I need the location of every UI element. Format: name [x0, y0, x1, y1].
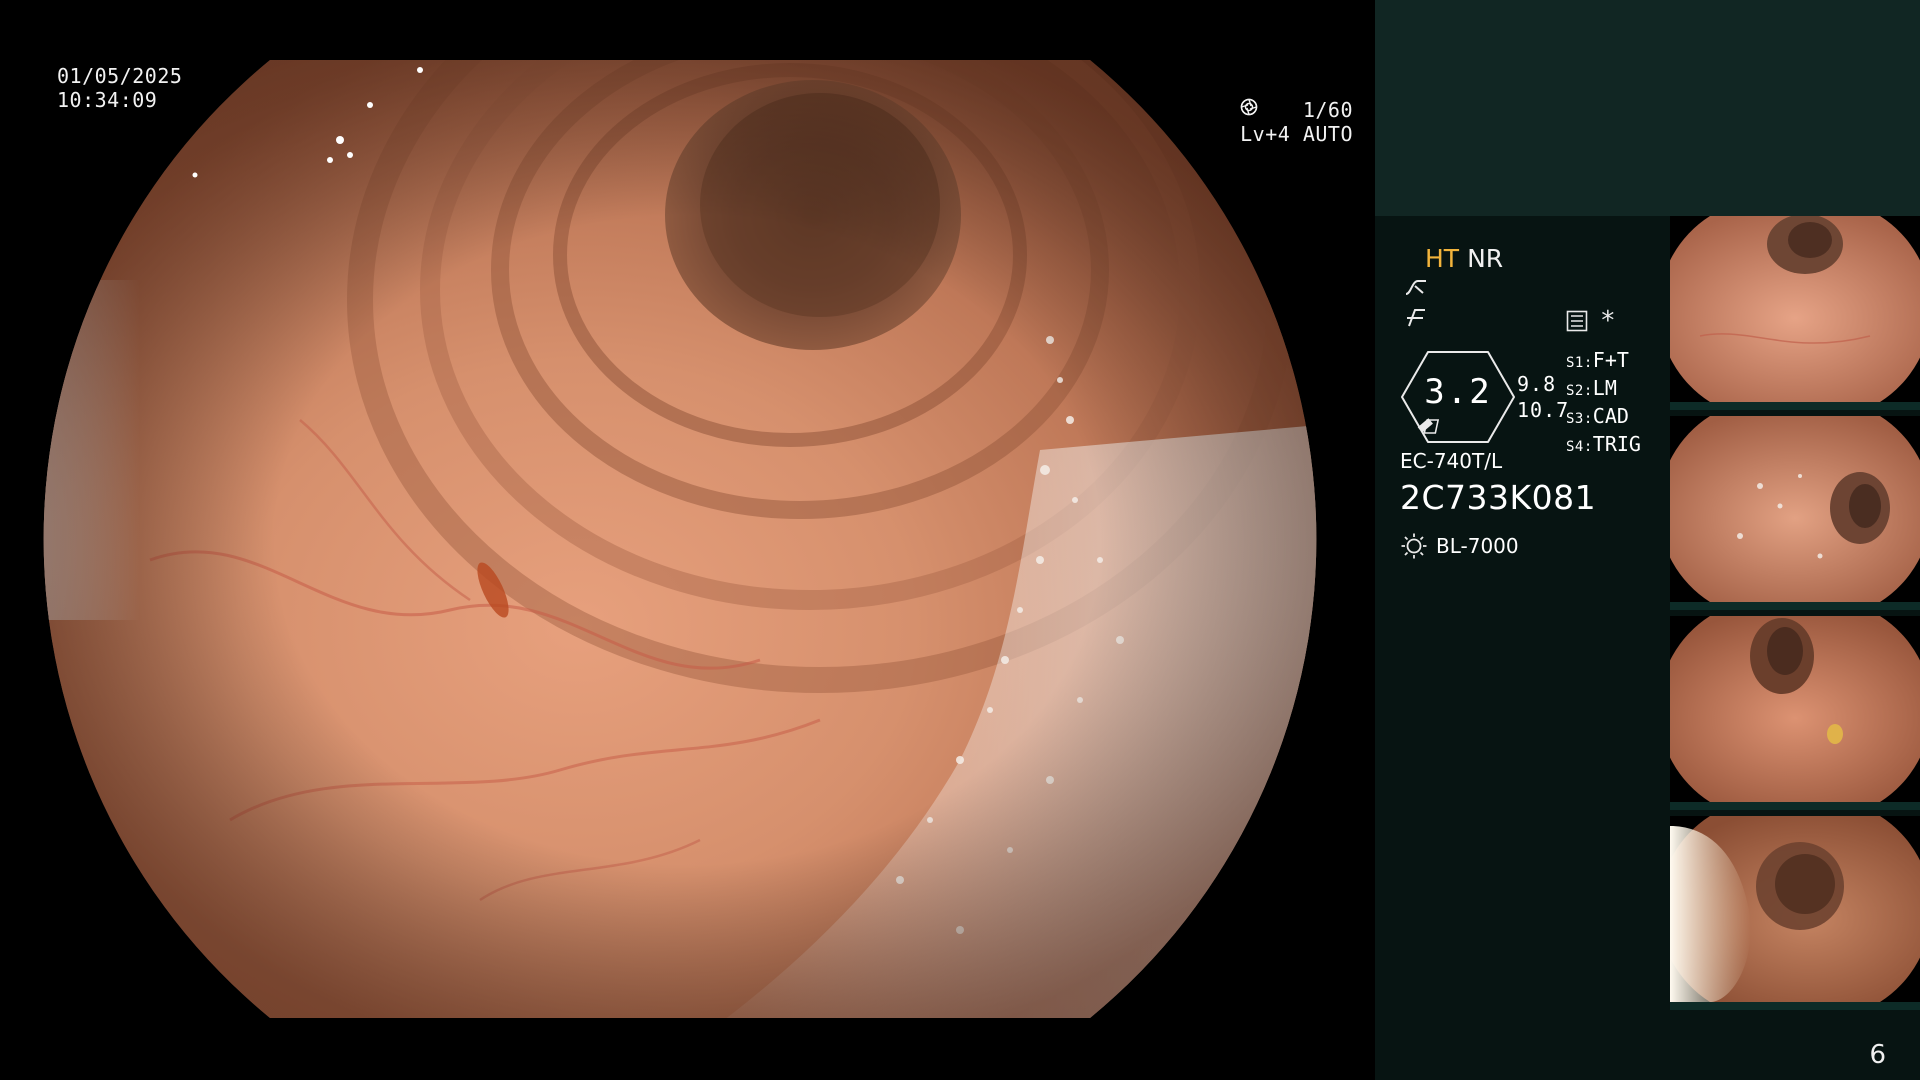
- switch-key: S2:: [1566, 383, 1593, 399]
- iris-icon: [1240, 98, 1258, 116]
- capture-date: 01/05/2025: [57, 64, 183, 88]
- capture-time: 10:34:09: [57, 88, 158, 112]
- switch-key: S3:: [1566, 411, 1593, 427]
- status-panel: HT NR * 3.2 9.8 10.7 S1:F+T S2:LM S3:CAD…: [1375, 0, 1920, 1080]
- thumbnail-3[interactable]: [1670, 616, 1920, 810]
- thumbnail-image: [1670, 816, 1920, 1002]
- switch-label: LM: [1592, 376, 1617, 400]
- scope-model: EC-740T/L: [1400, 449, 1503, 473]
- exposure-readout: 1/60 Lv+4 AUTO: [1240, 98, 1353, 146]
- enhance-icon: [1403, 304, 1429, 330]
- asterisk-indicator: *: [1600, 306, 1616, 336]
- capture-datetime: 01/05/2025 10:34:09: [57, 64, 182, 112]
- endoscope-live-view: 01/05/2025 10:34:09 1/60 Lv+4 AUTO: [0, 0, 1375, 1080]
- thumbnail-bar: [1670, 602, 1920, 610]
- panel-header-area: [1375, 0, 1920, 216]
- thumbnail-2[interactable]: [1670, 416, 1920, 610]
- measurement-values: 9.8 10.7: [1517, 371, 1569, 423]
- captured-thumbnails: [1670, 216, 1920, 1016]
- light-source-model: BL-7000: [1436, 534, 1519, 558]
- page-number: 6: [1869, 1040, 1886, 1070]
- endoscope-image: [43, 60, 1317, 1018]
- thumbnail-image: [1670, 216, 1920, 402]
- thumbnail-4[interactable]: [1670, 816, 1920, 1010]
- thumbnail-bar: [1670, 402, 1920, 410]
- switch-item: S1:F+T: [1566, 348, 1641, 376]
- scope-info: HT NR * 3.2 9.8 10.7 S1:F+T S2:LM S3:CAD…: [1375, 216, 1670, 1080]
- mode-nr: NR: [1467, 244, 1504, 273]
- measurement-value-1: 9.8: [1517, 372, 1557, 396]
- thumbnail-bar: [1670, 1002, 1920, 1010]
- thumbnail-bar: [1670, 802, 1920, 810]
- switch-label: F+T: [1592, 348, 1629, 372]
- lightsource-icon: [1401, 533, 1427, 559]
- settings-list-icon: [1566, 310, 1588, 332]
- mode-ht: HT: [1425, 244, 1460, 273]
- zoom-value: 3.2: [1424, 372, 1492, 412]
- thumbnail-image: [1670, 416, 1920, 602]
- scope-switch-list: S1:F+T S2:LM S3:CAD S4:TRIG: [1566, 348, 1641, 460]
- scope-serial: 2C733K081: [1400, 478, 1597, 517]
- status-icons: *: [1566, 308, 1616, 334]
- thumbnail-image: [1670, 616, 1920, 802]
- switch-label: TRIG: [1592, 432, 1641, 456]
- light-source: BL-7000: [1400, 532, 1519, 560]
- tone-curve-icon: [1403, 274, 1429, 300]
- endoscopy-monitor: 01/05/2025 10:34:09 1/60 Lv+4 AUTO HT NR…: [0, 0, 1920, 1080]
- switch-item: S3:CAD: [1566, 404, 1641, 432]
- thumbnail-1[interactable]: [1670, 216, 1920, 410]
- switch-key: S4:: [1566, 439, 1593, 455]
- switch-key: S1:: [1566, 355, 1593, 371]
- switch-item: S2:LM: [1566, 376, 1641, 404]
- measurement-value-2: 10.7: [1517, 398, 1570, 422]
- brightness-level: Lv+4 AUTO: [1240, 122, 1353, 146]
- switch-item: S4:TRIG: [1566, 432, 1641, 460]
- shutter-speed: 1/60: [1302, 98, 1353, 122]
- switch-label: CAD: [1592, 404, 1629, 428]
- image-mode: HT NR: [1425, 244, 1503, 273]
